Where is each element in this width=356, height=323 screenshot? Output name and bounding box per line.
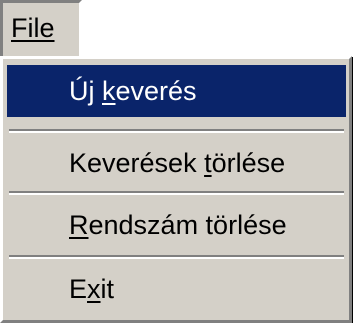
label-suffix: endszám törlése — [88, 210, 287, 240]
menu-separator — [9, 191, 344, 195]
menu-item-exit[interactable]: Exit — [7, 263, 346, 315]
accelerator-key: t — [204, 148, 212, 178]
label-suffix: örlése — [211, 148, 286, 178]
menu-item-label: Rendszám törlése — [69, 210, 287, 240]
menu-item-keveresek-torlese[interactable]: Keverések törlése — [7, 137, 346, 189]
accelerator-key: x — [87, 274, 101, 304]
label-suffix: everés — [115, 76, 197, 106]
label-prefix: Új — [69, 76, 102, 106]
file-menu[interactable]: File — [0, 0, 82, 56]
file-dropdown-menu: Új keverés Keverések törlése Rendszám tö… — [0, 56, 352, 323]
accelerator-key: R — [69, 210, 89, 240]
menu-separator — [9, 255, 344, 259]
menu-item-label: Keverések törlése — [69, 148, 285, 178]
menu-separator — [9, 129, 344, 133]
menu-item-label: Exit — [69, 274, 114, 304]
label-prefix: E — [69, 274, 88, 304]
label-suffix: it — [100, 274, 115, 304]
file-menu-label: File — [11, 13, 55, 43]
menu-item-uj-keveres[interactable]: Új keverés — [7, 65, 346, 117]
menu-bar: File — [0, 0, 356, 56]
menu-item-rendszam-torlese[interactable]: Rendszám törlése — [7, 199, 346, 251]
label-prefix: Keverések — [69, 148, 205, 178]
accelerator-key: k — [102, 76, 116, 106]
menu-item-label: Új keverés — [69, 76, 197, 106]
